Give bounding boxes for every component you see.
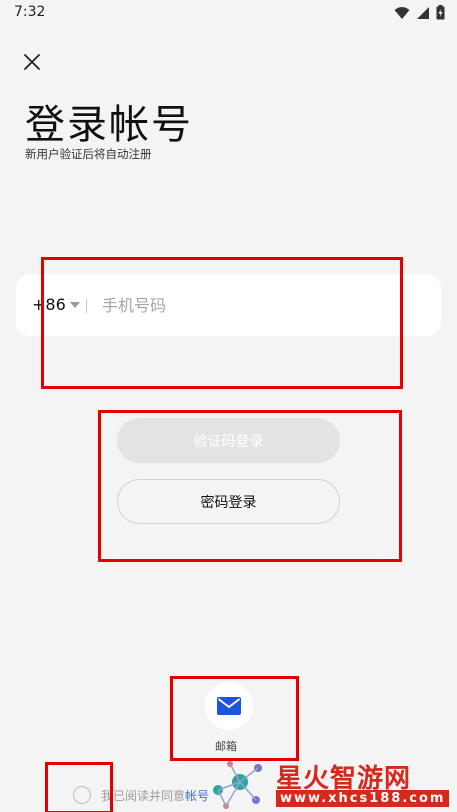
watermark-logo-icon — [213, 761, 262, 809]
battery-icon — [436, 5, 445, 20]
wifi-icon — [394, 6, 410, 19]
status-time: 7:32 — [14, 4, 46, 20]
highlight-box-buttons — [98, 410, 402, 562]
close-icon — [24, 54, 40, 70]
page-subtitle: 新用户验证后将自动注册 — [25, 147, 152, 161]
close-button[interactable] — [20, 50, 44, 74]
highlight-box-email — [170, 676, 299, 761]
agreement-text: 我已阅读并同意 — [101, 788, 186, 803]
highlight-box-phone — [41, 257, 403, 389]
page-title: 登录帐号 — [25, 102, 193, 148]
signal-icon — [417, 6, 429, 19]
highlight-box-agreement — [45, 762, 113, 812]
status-icons — [394, 5, 445, 20]
watermark: 星火智游网 www.xhcs188.com — [206, 756, 457, 812]
watermark-url: www.xhcs188.com — [276, 790, 450, 807]
status-bar: 7:32 — [0, 0, 457, 26]
